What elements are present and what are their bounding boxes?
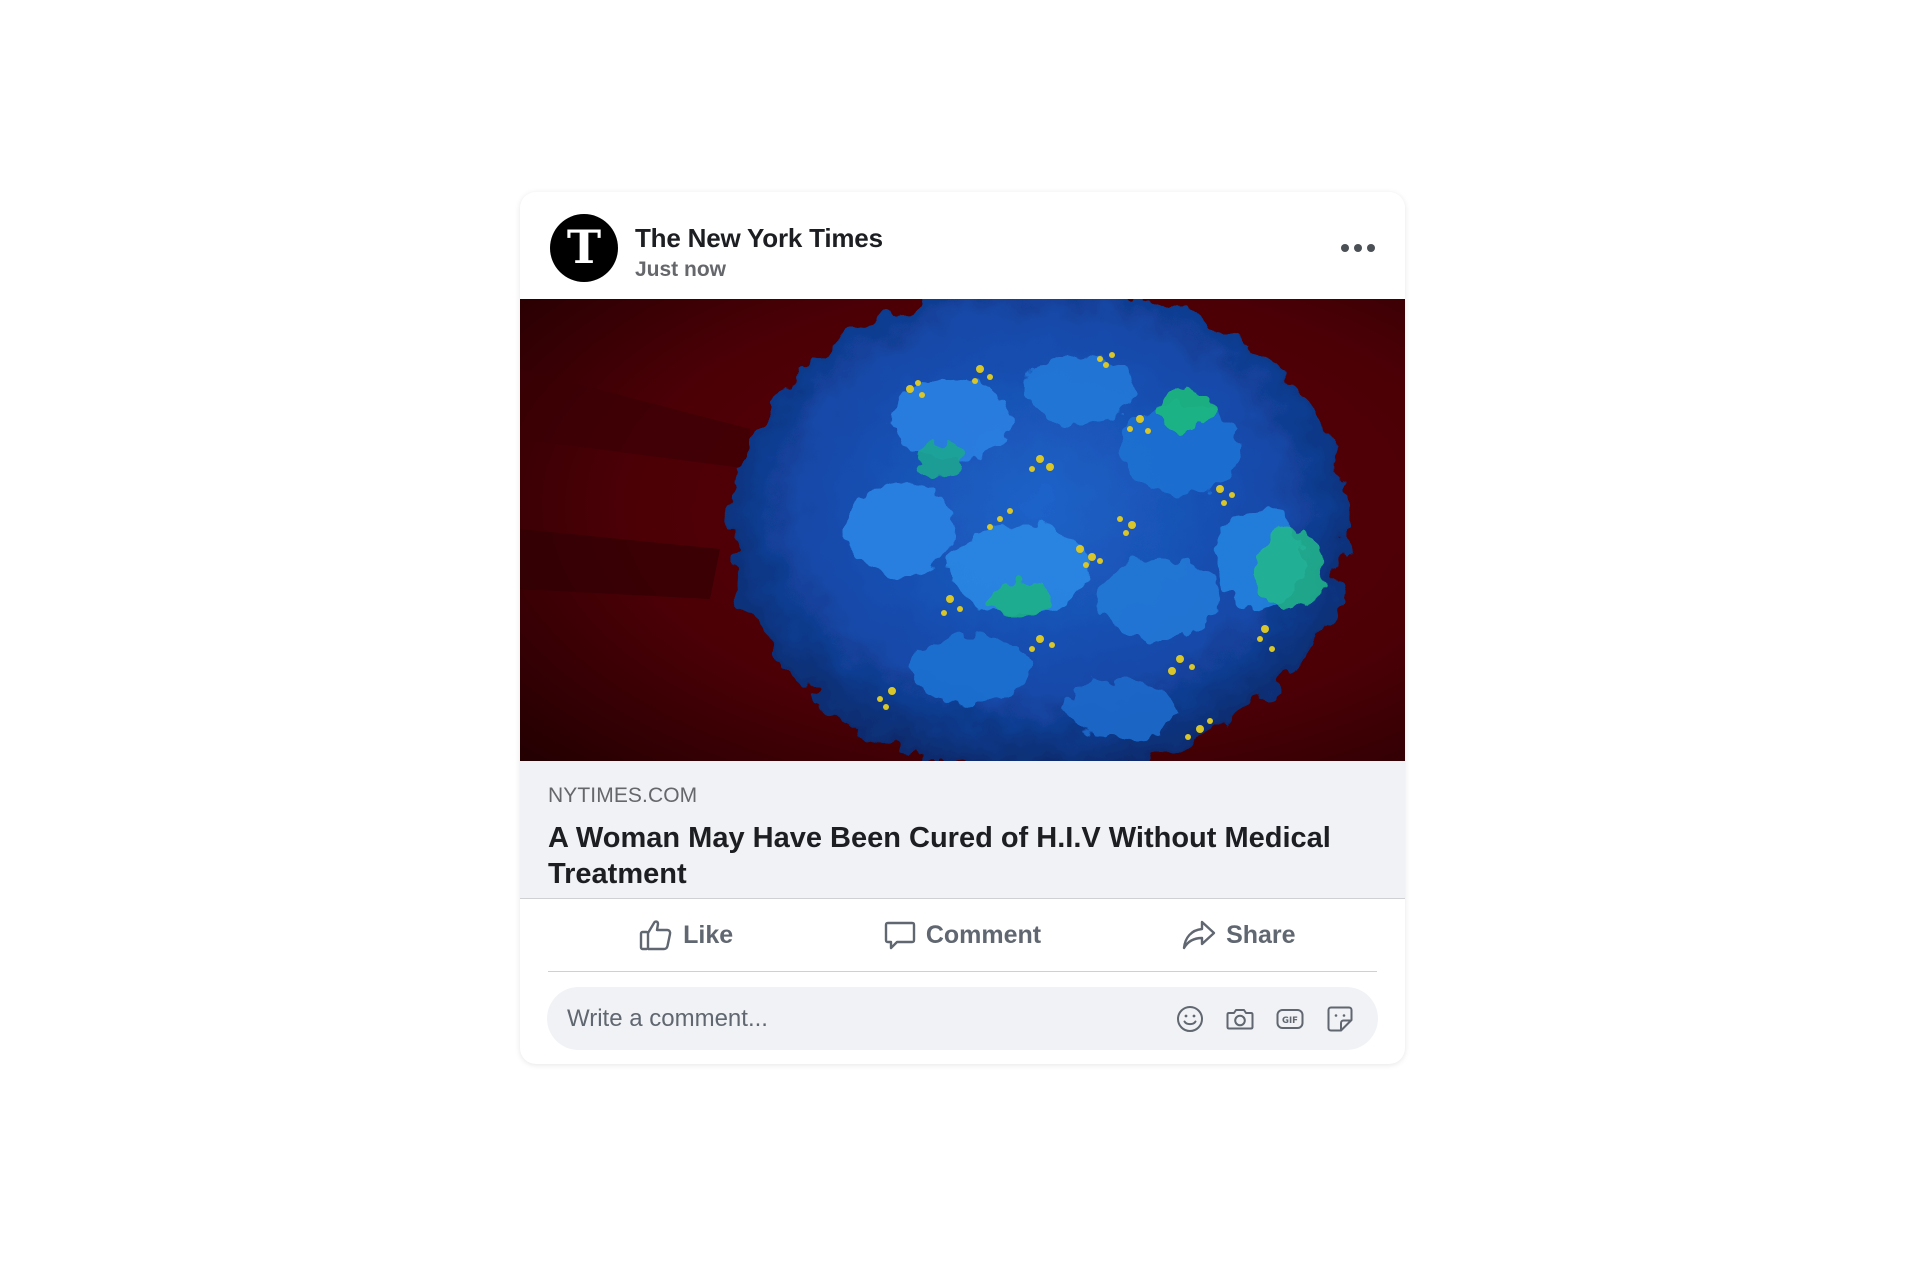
- sticker-icon[interactable]: [1324, 1003, 1356, 1035]
- post-actions: Like Comment Share: [548, 899, 1377, 972]
- share-label: Share: [1226, 920, 1296, 949]
- comment-button[interactable]: Comment: [824, 907, 1100, 963]
- post-card: T The New York Times Just now NYTIMES.CO…: [520, 192, 1405, 1064]
- emoji-icon[interactable]: [1174, 1003, 1206, 1035]
- thumbs-up-icon: [639, 919, 673, 951]
- speech-bubble-icon: [884, 919, 916, 951]
- camera-icon[interactable]: [1224, 1003, 1256, 1035]
- comment-input[interactable]: [547, 1003, 1174, 1034]
- link-preview-image[interactable]: [520, 299, 1405, 761]
- avatar[interactable]: T: [550, 214, 618, 282]
- comment-box: GIF: [547, 987, 1378, 1050]
- hiv-cell-micrograph-image: [520, 299, 1405, 761]
- gif-icon[interactable]: GIF: [1274, 1003, 1306, 1035]
- post-header: T The New York Times Just now: [520, 192, 1405, 299]
- like-label: Like: [683, 920, 734, 949]
- comment-tools: GIF: [1174, 1003, 1378, 1035]
- link-domain: NYTIMES.COM: [548, 784, 698, 807]
- share-arrow-icon: [1182, 919, 1216, 951]
- comment-label: Comment: [925, 920, 1042, 949]
- post-timestamp[interactable]: Just now: [635, 258, 726, 282]
- page-name[interactable]: The New York Times: [635, 223, 883, 254]
- more-options-icon: [1341, 244, 1349, 252]
- link-preview[interactable]: NYTIMES.COM A Woman May Have Been Cured …: [520, 761, 1405, 899]
- nyt-logo-icon: T: [566, 220, 602, 274]
- share-button[interactable]: Share: [1101, 907, 1377, 963]
- svg-text:GIF: GIF: [1282, 1016, 1298, 1026]
- like-button[interactable]: Like: [548, 907, 824, 963]
- more-options-button[interactable]: [1333, 230, 1383, 266]
- link-title[interactable]: A Woman May Have Been Cured of H.I.V Wit…: [548, 820, 1377, 892]
